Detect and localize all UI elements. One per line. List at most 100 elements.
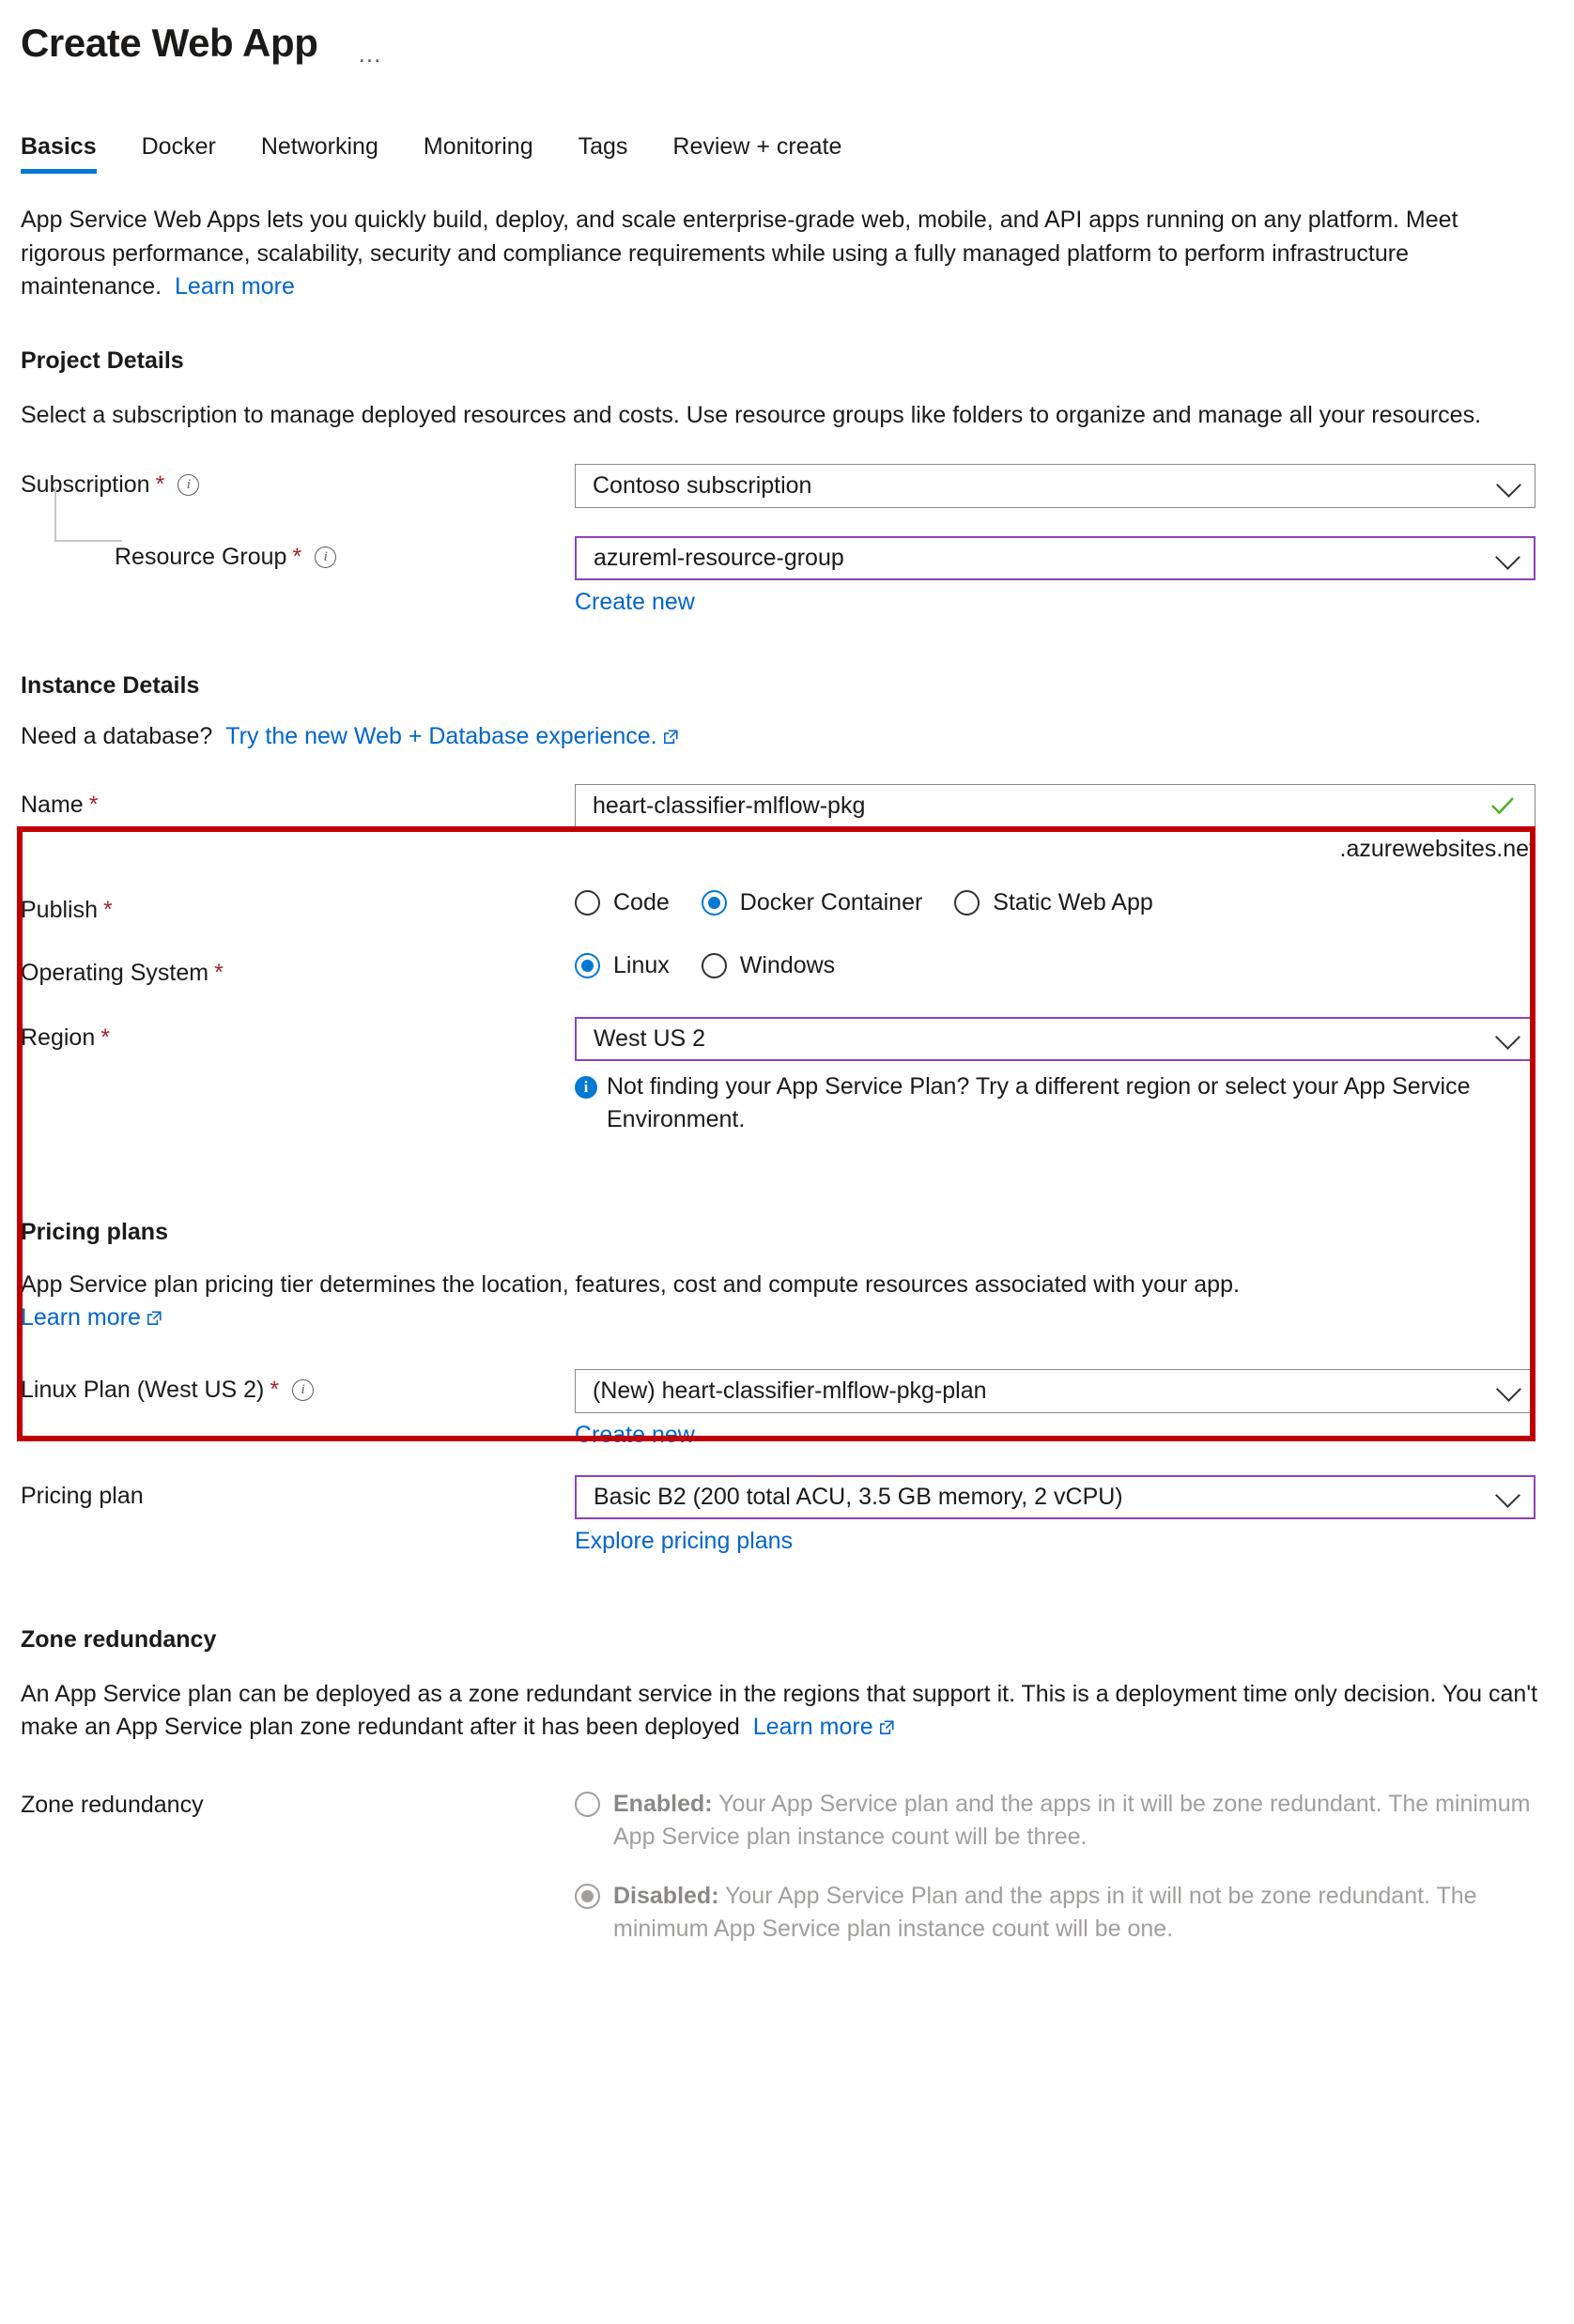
- operating-system-option-windows[interactable]: Windows: [701, 952, 835, 979]
- tab-networking[interactable]: Networking: [261, 133, 405, 174]
- operating-system-option-linux[interactable]: Linux: [575, 952, 670, 979]
- radio-checked-icon: [575, 952, 600, 978]
- radio-checked-icon: [701, 889, 727, 916]
- publish-option-docker-container-label: Docker Container: [739, 888, 923, 916]
- publish-radio-group: Code Docker Container Static Web App: [575, 889, 1553, 916]
- resource-group-label: Resource Group: [115, 544, 287, 571]
- tab-review-create[interactable]: Review + create: [672, 133, 868, 174]
- operating-system-radio-group: Linux Windows: [575, 952, 1553, 979]
- publish-option-code-label: Code: [613, 888, 670, 916]
- linux-plan-info-icon[interactable]: i: [292, 1378, 315, 1401]
- pricing-plans-heading: Pricing plans: [21, 1218, 168, 1245]
- radio-unchecked-icon: [701, 952, 727, 978]
- publish-options: Code Docker Container Static Web App: [575, 889, 1553, 916]
- publish-required-asterisk: *: [103, 896, 113, 923]
- resource-group-dropdown[interactable]: azureml-resource-group: [575, 536, 1535, 581]
- web-database-experience-link[interactable]: Try the new Web + Database experience.: [225, 723, 656, 749]
- chevron-down-icon: [1495, 544, 1520, 570]
- zone-redundancy-row: Zone redundancy Enabled: Your App Servic…: [21, 1788, 1553, 1972]
- operating-system-option-linux-label: Linux: [613, 951, 670, 978]
- database-prompt-text: Need a database?: [21, 723, 213, 750]
- zone-redundancy-disabled-bold: Disabled:: [613, 1882, 719, 1909]
- intro-learn-more-link[interactable]: Learn more: [175, 273, 295, 300]
- zone-redundancy-option-enabled-text: Enabled: Your App Service plan and the a…: [613, 1788, 1543, 1854]
- zone-redundancy-learn-more-link[interactable]: Learn more: [753, 1714, 873, 1740]
- region-row: Region * West US 2 i Not finding your Ap…: [21, 1016, 1553, 1136]
- publish-label-group: Publish *: [21, 889, 575, 924]
- name-label-group: Name *: [21, 784, 575, 819]
- subscription-dropdown[interactable]: Contoso subscription: [575, 464, 1535, 509]
- info-circle-icon: i: [575, 1075, 597, 1099]
- zone-redundancy-label-group: Zone redundancy: [21, 1788, 575, 1819]
- resource-group-value: azureml-resource-group: [594, 545, 844, 572]
- operating-system-options: Linux Windows: [575, 952, 1553, 979]
- pricing-plans-description: App Service plan pricing tier determines…: [21, 1270, 1240, 1298]
- operating-system-row: Operating System * Linux Windows: [21, 952, 1553, 987]
- tab-tags[interactable]: Tags: [579, 133, 655, 174]
- linux-plan-label: Linux Plan (West US 2): [21, 1376, 265, 1403]
- name-label: Name: [21, 791, 84, 818]
- zone-redundancy-disabled-detail: Your App Service Plan and the apps in it…: [613, 1882, 1477, 1942]
- subscription-field: Contoso subscription: [575, 464, 1553, 509]
- zone-redundancy-option-disabled[interactable]: Disabled: Your App Service Plan and the …: [575, 1880, 1553, 1946]
- radio-checked-icon: [575, 1883, 600, 1909]
- publish-option-static-web-app-label: Static Web App: [993, 888, 1153, 916]
- page-header: Create Web App …: [0, 0, 1574, 66]
- subscription-required-asterisk: *: [155, 471, 165, 499]
- page-title: Create Web App: [21, 21, 318, 65]
- chevron-down-icon: [1495, 1024, 1520, 1051]
- resource-group-create-new-link[interactable]: Create new: [575, 589, 695, 616]
- instance-details-heading: Instance Details: [21, 672, 200, 700]
- tab-docker[interactable]: Docker: [142, 133, 242, 174]
- region-field: West US 2 i Not finding your App Service…: [575, 1016, 1553, 1136]
- linux-plan-dropdown[interactable]: (New) heart-classifier-mlflow-pkg-plan: [575, 1368, 1535, 1413]
- subscription-info-icon[interactable]: i: [177, 474, 200, 497]
- zone-redundancy-enabled-detail: Your App Service plan and the apps in it…: [613, 1790, 1531, 1850]
- linux-plan-create-new-link[interactable]: Create new: [575, 1422, 695, 1449]
- name-value: heart-classifier-mlflow-pkg: [593, 792, 866, 819]
- linux-plan-field: (New) heart-classifier-mlflow-pkg-plan C…: [575, 1368, 1553, 1449]
- zone-redundancy-option-enabled[interactable]: Enabled: Your App Service plan and the a…: [575, 1788, 1553, 1854]
- chevron-down-icon: [1496, 1377, 1521, 1403]
- region-required-asterisk: *: [100, 1023, 110, 1051]
- more-options-icon[interactable]: …: [357, 41, 383, 66]
- region-label: Region: [21, 1023, 96, 1051]
- region-dropdown[interactable]: West US 2: [575, 1016, 1535, 1061]
- publish-option-static-web-app[interactable]: Static Web App: [954, 888, 1153, 916]
- project-details-heading: Project Details: [21, 346, 184, 374]
- publish-option-code[interactable]: Code: [575, 889, 670, 916]
- name-domain-suffix: .azurewebsites.net: [1339, 835, 1535, 862]
- subscription-row: Subscription * i Contoso subscription: [21, 464, 1553, 509]
- zone-redundancy-description-block: An App Service plan can be deployed as a…: [21, 1678, 1539, 1745]
- external-link-icon: [146, 1303, 162, 1326]
- pricing-plan-dropdown[interactable]: Basic B2 (200 total ACU, 3.5 GB memory, …: [575, 1474, 1535, 1519]
- resource-group-info-icon[interactable]: i: [315, 546, 337, 569]
- pricing-plan-value: Basic B2 (200 total ACU, 3.5 GB memory, …: [594, 1483, 1123, 1510]
- subscription-value: Contoso subscription: [593, 472, 812, 500]
- linux-plan-required-asterisk: *: [270, 1376, 280, 1403]
- publish-option-docker-container[interactable]: Docker Container: [701, 888, 923, 916]
- resource-group-required-asterisk: *: [292, 544, 302, 571]
- project-details-description: Select a subscription to manage deployed…: [21, 401, 1482, 428]
- resource-group-row: Resource Group * i azureml-resource-grou…: [21, 487, 1553, 616]
- name-row: Name * heart-classifier-mlflow-pkg .azur…: [21, 783, 1553, 863]
- name-field: heart-classifier-mlflow-pkg .azurewebsit…: [575, 783, 1553, 863]
- create-web-app-page: Create Web App … Basics Docker Networkin…: [0, 0, 1574, 2324]
- operating-system-label: Operating System: [21, 959, 209, 986]
- name-input[interactable]: heart-classifier-mlflow-pkg: [575, 783, 1535, 828]
- region-info-message-text: Not finding your App Service Plan? Try a…: [607, 1072, 1471, 1132]
- tab-basics[interactable]: Basics: [21, 133, 123, 175]
- region-value: West US 2: [594, 1024, 706, 1052]
- operating-system-label-group: Operating System *: [21, 952, 575, 987]
- publish-row: Publish * Code Docker Container Static W…: [21, 889, 1553, 924]
- pricing-plans-learn-more-link[interactable]: Learn more: [21, 1304, 141, 1331]
- resource-group-label-group: Resource Group * i: [21, 487, 575, 571]
- pricing-plan-field: Basic B2 (200 total ACU, 3.5 GB memory, …: [575, 1474, 1553, 1555]
- region-label-group: Region *: [21, 1017, 575, 1052]
- radio-unchecked-icon: [954, 889, 980, 916]
- pricing-plans-description-block: App Service plan pricing tier determines…: [21, 1269, 1539, 1335]
- name-required-asterisk: *: [88, 791, 99, 818]
- tab-monitoring[interactable]: Monitoring: [424, 133, 560, 174]
- radio-unchecked-icon: [575, 1791, 600, 1817]
- explore-pricing-plans-link[interactable]: Explore pricing plans: [575, 1528, 793, 1555]
